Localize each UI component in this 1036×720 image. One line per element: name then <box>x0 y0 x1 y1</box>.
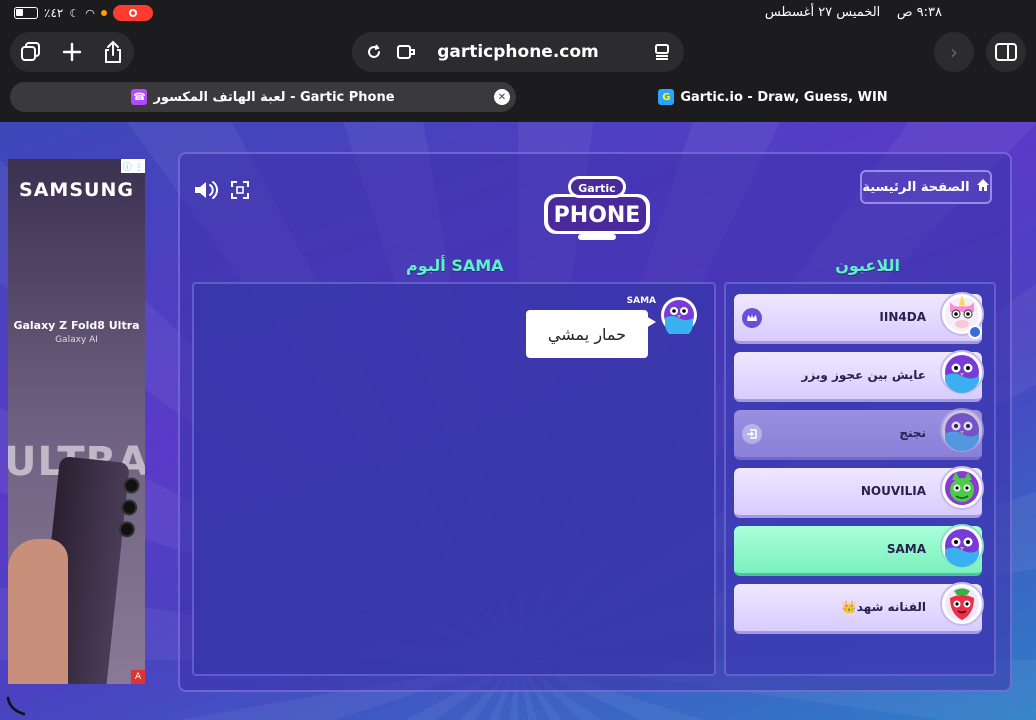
ad-subtitle: Galaxy AI <box>55 335 98 345</box>
url-text: garticphone.com <box>437 42 599 62</box>
player-row: نجنج <box>734 408 984 460</box>
sidebar-icon[interactable] <box>986 32 1026 72</box>
player-row: IIN4DA <box>734 292 984 344</box>
reload-icon[interactable] <box>360 38 388 66</box>
reader-icon[interactable] <box>648 38 676 66</box>
phone-favicon-icon: ☎ <box>131 89 148 105</box>
tab-bar: ☎ لعبة الهاتف المكسور - Gartic Phone ✕ G… <box>0 82 1036 122</box>
game-panel: Gartic PHONE الصفحة الرئيسية ألبوم SAMA … <box>178 152 1012 692</box>
home-button[interactable]: الصفحة الرئيسية <box>860 170 992 204</box>
ad-brand: SAMSUNG <box>19 179 134 201</box>
player-name: عايش بين عجوز وبزر <box>801 368 926 382</box>
battery-icon <box>14 7 38 19</box>
ad-hand-image <box>8 539 68 684</box>
bird-avatar-icon <box>940 408 984 452</box>
bird-avatar-icon <box>940 524 984 568</box>
new-tab-icon[interactable] <box>57 37 87 67</box>
tabs-overview-icon[interactable] <box>16 37 46 67</box>
recording-icon[interactable] <box>112 5 153 21</box>
address-bar[interactable]: garticphone.com <box>352 32 684 72</box>
players-title: اللاعبون <box>835 256 900 275</box>
player-row: NOUVILIA <box>734 466 984 518</box>
tab-gartic-phone[interactable]: ☎ لعبة الهاتف المكسور - Gartic Phone ✕ <box>10 82 516 112</box>
status-time: ٩:٣٨ ص <box>896 5 942 20</box>
moon-icon: ☾ <box>69 6 80 20</box>
browser-toolbar: garticphone.com › <box>0 28 1036 82</box>
player-row: الفنانه شهد👑 <box>734 582 984 634</box>
gartic-phone-logo: Gartic PHONE <box>544 176 650 240</box>
album-entry-bubble: حمار يمشي <box>526 310 656 358</box>
mic-indicator-icon <box>100 10 107 16</box>
web-page: ⓘ ⋮ SAMSUNG Galaxy Z Fold8 Ultra Galaxy … <box>0 122 1036 720</box>
bird-avatar-icon <box>661 297 697 334</box>
ad-corner-badge: A <box>131 670 145 684</box>
strawberry-avatar-icon <box>940 582 984 626</box>
player-name: NOUVILIA <box>860 484 926 498</box>
status-date: الخميس ٢٧ أغسطس <box>764 5 881 20</box>
player-name: نجنج <box>899 426 926 440</box>
tab-title: Gartic.io - Draw, Guess, WIN <box>680 89 888 105</box>
player-row: عايش بين عجوز وبزر <box>734 350 984 402</box>
album-panel: SAMA حمار يمشي <box>192 282 716 676</box>
status-left: ٪٤٢ ☾ ◠ <box>14 5 153 21</box>
left-game-icon <box>742 424 762 444</box>
ad-info-icon[interactable]: ⓘ ⋮ <box>121 159 145 173</box>
share-icon[interactable] <box>98 37 128 67</box>
dino-avatar-icon <box>940 466 984 510</box>
bird-avatar-icon <box>940 350 984 394</box>
player-row-me: SAMA <box>734 524 984 576</box>
close-tab-icon[interactable]: ✕ <box>494 89 510 105</box>
player-name: الفنانه شهد👑 <box>841 600 926 614</box>
extensions-icon[interactable] <box>392 38 420 66</box>
status-datetime: ٩:٣٨ ص الخميس ٢٧ أغسطس <box>765 5 942 20</box>
corner-stroke-icon <box>6 696 26 716</box>
fullscreen-icon[interactable] <box>226 176 254 204</box>
album-title: ألبوم SAMA <box>406 256 504 275</box>
player-name: IIN4DA <box>879 310 926 324</box>
toolbar-left-group <box>10 32 134 72</box>
album-entry-author: SAMA <box>626 296 656 306</box>
wifi-icon: ◠ <box>85 6 95 20</box>
ad-product: Galaxy Z Fold8 Ultra <box>13 319 140 332</box>
home-icon <box>976 178 990 196</box>
battery-percent: ٪٤٢ <box>44 6 64 20</box>
logo-main-text: PHONE <box>554 203 641 228</box>
player-name: SAMA <box>886 542 926 556</box>
sound-icon[interactable] <box>192 176 220 204</box>
crown-icon[interactable] <box>742 308 762 328</box>
tab-title: لعبة الهاتف المكسور - Gartic Phone <box>153 89 395 105</box>
ad-banner[interactable]: ⓘ ⋮ SAMSUNG Galaxy Z Fold8 Ultra Galaxy … <box>8 159 145 684</box>
gartic-io-favicon-icon: G <box>658 89 675 105</box>
logo-top-text: Gartic <box>578 182 615 195</box>
players-panel: IIN4DA عايش بين عجوز وبزر نجنج NOUVILIA … <box>724 282 996 676</box>
host-badge-icon <box>968 325 982 339</box>
status-bar: ٪٤٢ ☾ ◠ ٩:٣٨ ص الخميس ٢٧ أغسطس <box>0 0 1036 28</box>
home-label: الصفحة الرئيسية <box>862 179 970 195</box>
tab-gartic-io[interactable]: G Gartic.io - Draw, Guess, WIN <box>520 82 1026 112</box>
forward-icon[interactable]: › <box>934 32 974 72</box>
